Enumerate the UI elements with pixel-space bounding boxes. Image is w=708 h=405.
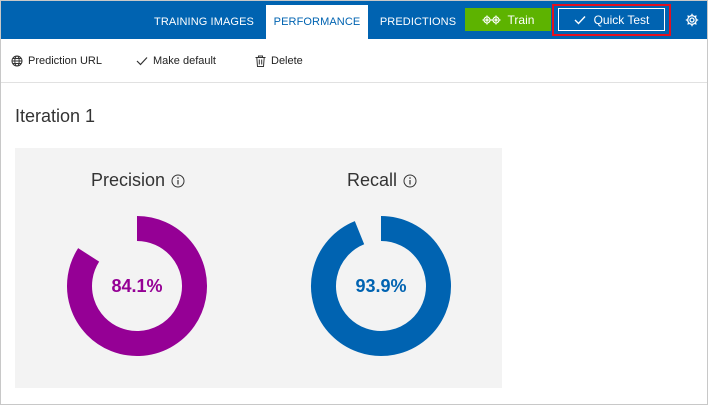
train-button[interactable]: Train (465, 8, 551, 31)
trash-icon (255, 55, 266, 67)
info-icon[interactable] (171, 174, 185, 188)
make-default-label: Make default (153, 55, 216, 67)
performance-panel: Precision Recall 84.1% 93.9% (15, 148, 502, 388)
precision-heading: Precision (91, 170, 185, 191)
train-button-label: Train (507, 12, 535, 27)
quick-test-button-label: Quick Test (593, 12, 650, 27)
tab-training-images[interactable]: TRAINING IMAGES (145, 5, 263, 39)
iteration-title: Iteration 1 (15, 106, 96, 126)
tab-performance[interactable]: PERFORMANCE (266, 5, 368, 39)
precision-donut: 84.1% (65, 214, 209, 358)
make-default-button[interactable]: Make default (136, 53, 216, 69)
command-toolbar: Prediction URL Make default Delete (1, 39, 707, 83)
recall-label: Recall (347, 170, 398, 190)
top-nav-bar: TRAINING IMAGES PERFORMANCE PREDICTIONS … (1, 1, 707, 39)
quick-test-button[interactable]: Quick Test (558, 8, 665, 31)
globe-icon (11, 55, 23, 67)
checkmark-icon (574, 15, 586, 25)
app-frame: TRAINING IMAGES PERFORMANCE PREDICTIONS … (0, 0, 708, 405)
delete-button[interactable]: Delete (255, 53, 303, 69)
tab-predictions[interactable]: PREDICTIONS (372, 5, 464, 39)
gear-icon[interactable] (685, 13, 699, 27)
gears-icon (482, 15, 501, 24)
recall-heading: Recall (347, 170, 417, 191)
prediction-url-button[interactable]: Prediction URL (11, 53, 102, 69)
recall-value: 93.9% (355, 275, 407, 296)
prediction-url-label: Prediction URL (28, 55, 102, 67)
precision-label: Precision (91, 170, 166, 190)
precision-value: 84.1% (111, 275, 163, 296)
recall-donut: 93.9% (309, 214, 453, 358)
info-icon[interactable] (403, 174, 417, 188)
delete-label: Delete (271, 55, 303, 67)
checkmark-icon (136, 57, 148, 66)
